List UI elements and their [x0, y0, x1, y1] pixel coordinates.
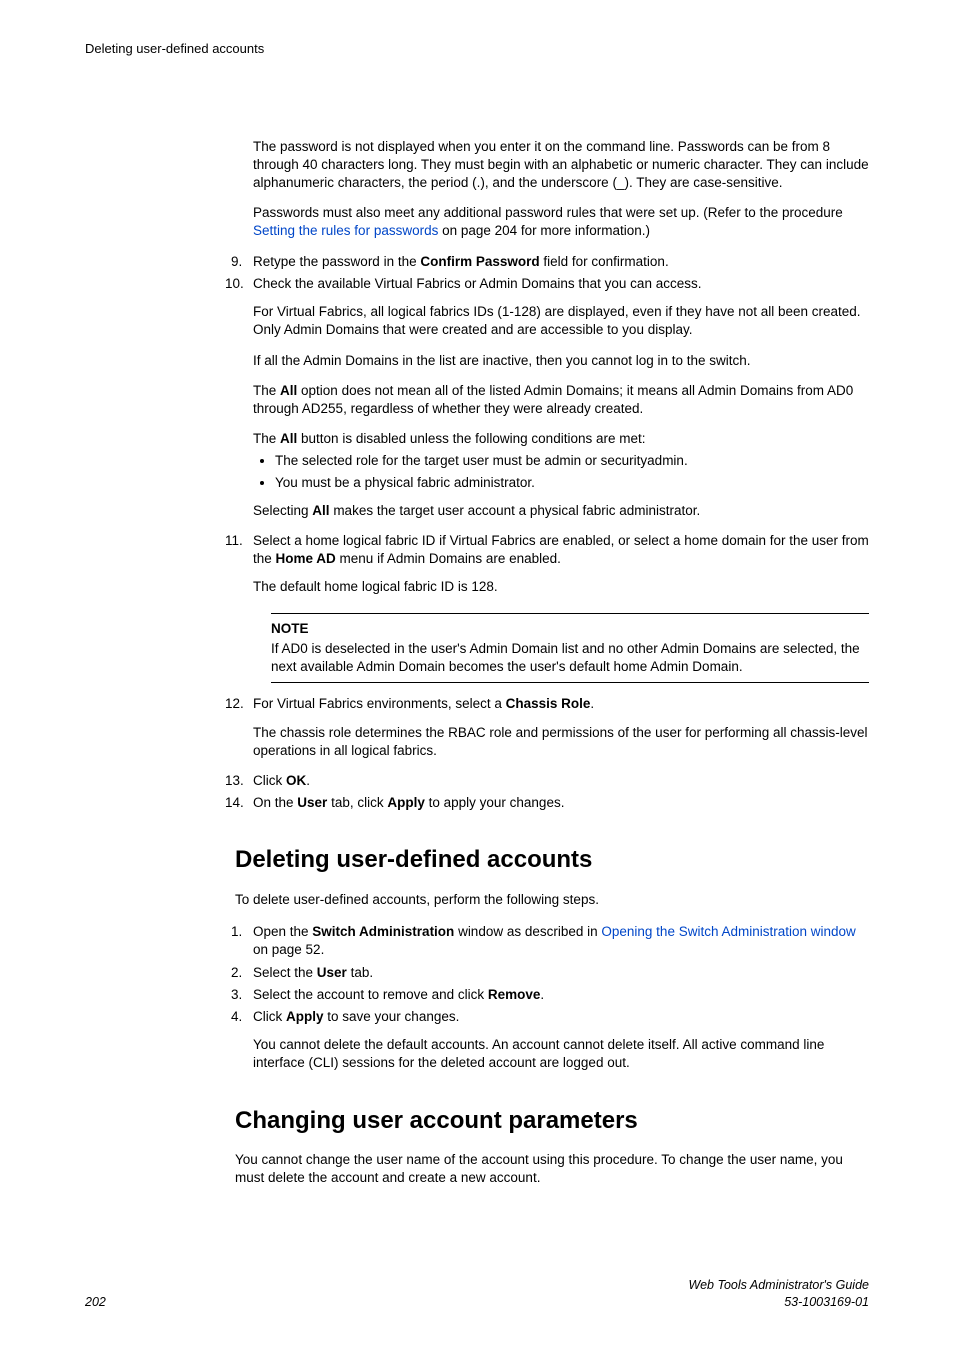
step-9: 9. Retype the password in the Confirm Pa… — [235, 253, 869, 271]
password-rules-para: The password is not displayed when you e… — [253, 138, 869, 193]
step-number: 1. — [231, 923, 242, 941]
step-12-p1: The chassis role determines the RBAC rol… — [253, 724, 869, 760]
text: to apply your changes. — [425, 795, 565, 810]
apply-label: Apply — [387, 795, 425, 810]
del-step-1: 1. Open the Switch Administration window… — [235, 923, 869, 959]
step-number: 9. — [231, 253, 242, 271]
step-10-p5: Selecting All makes the target user acco… — [253, 502, 869, 520]
apply-label: Apply — [286, 1009, 324, 1024]
step-number: 2. — [231, 964, 242, 982]
del-step-4: 4. Click Apply to save your changes. You… — [235, 1008, 869, 1073]
del-step-4-p1: You cannot delete the default accounts. … — [253, 1036, 869, 1072]
confirm-password-label: Confirm Password — [420, 254, 539, 269]
del-step-3: 3. Select the account to remove and clic… — [235, 986, 869, 1004]
step-10-p3: The All option does not mean all of the … — [253, 382, 869, 418]
changing-intro: You cannot change the user name of the a… — [235, 1151, 869, 1187]
text: Select the — [253, 965, 317, 980]
note-block: NOTE If AD0 is deselected in the user's … — [271, 613, 869, 684]
step-number: 10. — [225, 275, 244, 293]
text: . — [590, 696, 594, 711]
user-tab-label: User — [317, 965, 347, 980]
page-content: The password is not displayed when you e… — [235, 138, 869, 1188]
text: menu if Admin Domains are enabled. — [336, 551, 561, 566]
text: on page 204 for more information.) — [438, 223, 650, 238]
text: option does not mean all of the listed A… — [253, 383, 853, 416]
text: Passwords must also meet any additional … — [253, 205, 843, 220]
text: makes the target user account a physical… — [330, 503, 701, 518]
step-13: 13. Click OK. — [235, 772, 869, 790]
text: The — [253, 431, 280, 446]
text: The — [253, 383, 280, 398]
text: Retype the password in the — [253, 254, 420, 269]
step-11: 11. Select a home logical fabric ID if V… — [235, 532, 869, 683]
steps-list: 9. Retype the password in the Confirm Pa… — [235, 253, 869, 813]
page-number: 202 — [85, 1294, 106, 1311]
text: to save your changes. — [324, 1009, 460, 1024]
del-step-2: 2. Select the User tab. — [235, 964, 869, 982]
list-item: You must be a physical fabric administra… — [275, 474, 869, 492]
conditions-list: The selected role for the target user mu… — [275, 452, 869, 491]
step-number: 14. — [225, 794, 244, 812]
text: Click — [253, 1009, 286, 1024]
list-item: The selected role for the target user mu… — [275, 452, 869, 470]
page-footer: 202 Web Tools Administrator's Guide 53-1… — [85, 1277, 869, 1311]
text: window as described in — [454, 924, 601, 939]
deleting-intro: To delete user-defined accounts, perform… — [235, 891, 869, 909]
home-ad-label: Home AD — [276, 551, 336, 566]
text: Check the available Virtual Fabrics or A… — [253, 276, 701, 291]
step-10-p4: The All button is disabled unless the fo… — [253, 430, 869, 448]
text: on page 52. — [253, 942, 324, 957]
step-number: 11. — [225, 532, 243, 550]
all-option-label: All — [280, 383, 297, 398]
chassis-role-label: Chassis Role — [506, 696, 591, 711]
note-label: NOTE — [271, 620, 869, 638]
text: Selecting — [253, 503, 312, 518]
deleting-steps: 1. Open the Switch Administration window… — [235, 923, 869, 1073]
step-14: 14. On the User tab, click Apply to appl… — [235, 794, 869, 812]
step-11-p1: The default home logical fabric ID is 12… — [253, 578, 869, 596]
remove-label: Remove — [488, 987, 541, 1002]
text: tab. — [347, 965, 373, 980]
step-10-p2: If all the Admin Domains in the list are… — [253, 352, 869, 370]
text: . — [306, 773, 310, 788]
footer-right: Web Tools Administrator's Guide 53-10031… — [689, 1277, 869, 1311]
text: . — [540, 987, 544, 1002]
ok-label: OK — [286, 773, 306, 788]
text: field for confirmation. — [540, 254, 669, 269]
text: button is disabled unless the following … — [297, 431, 645, 446]
text: tab, click — [327, 795, 387, 810]
step-number: 12. — [225, 695, 244, 713]
step-10: 10. Check the available Virtual Fabrics … — [235, 275, 869, 520]
note-body: If AD0 is deselected in the user's Admin… — [271, 640, 869, 676]
doc-title: Web Tools Administrator's Guide — [689, 1277, 869, 1294]
text: Click — [253, 773, 286, 788]
step-number: 4. — [231, 1008, 242, 1026]
doc-number: 53-1003169-01 — [689, 1294, 869, 1311]
opening-switch-admin-link[interactable]: Opening the Switch Administration window — [601, 924, 855, 939]
all-select-label: All — [312, 503, 329, 518]
text: For Virtual Fabrics environments, select… — [253, 696, 506, 711]
text: On the — [253, 795, 297, 810]
running-header: Deleting user-defined accounts — [85, 40, 869, 58]
step-12: 12. For Virtual Fabrics environments, se… — [235, 695, 869, 760]
step-10-p1: For Virtual Fabrics, all logical fabrics… — [253, 303, 869, 339]
switch-admin-label: Switch Administration — [312, 924, 454, 939]
deleting-accounts-heading: Deleting user-defined accounts — [235, 844, 869, 876]
setting-password-rules-link[interactable]: Setting the rules for passwords — [253, 223, 438, 238]
step-number: 3. — [231, 986, 242, 1004]
text: Select the account to remove and click — [253, 987, 488, 1002]
changing-params-heading: Changing user account parameters — [235, 1105, 869, 1137]
text: Open the — [253, 924, 312, 939]
all-button-label: All — [280, 431, 297, 446]
password-extra-rules-para: Passwords must also meet any additional … — [253, 204, 869, 240]
user-tab-label: User — [297, 795, 327, 810]
step-number: 13. — [225, 772, 244, 790]
